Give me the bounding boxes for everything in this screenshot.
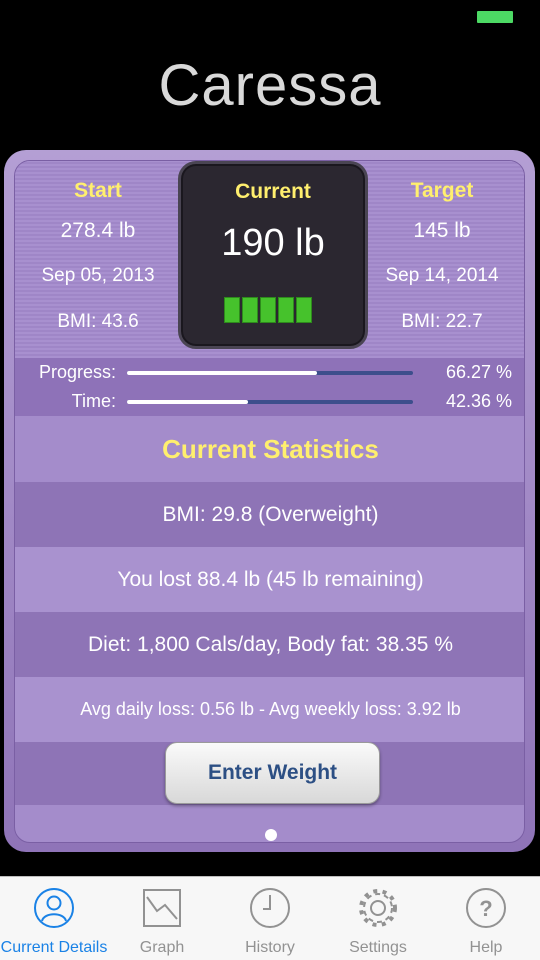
time-bar-fill xyxy=(127,400,249,404)
enter-weight-button[interactable]: Enter Weight xyxy=(165,742,380,804)
svg-text:?: ? xyxy=(479,896,492,921)
level-bar xyxy=(278,297,294,323)
start-bmi: BMI: 43.6 xyxy=(57,311,139,332)
help-icon: ? xyxy=(466,888,506,928)
summary-panel: Start 278.4 lb Sep 05, 2013 BMI: 43.6 Cu… xyxy=(14,160,525,843)
tab-graph[interactable]: Graph xyxy=(108,877,216,960)
level-bar xyxy=(242,297,258,323)
tab-bar: Current Details Graph History Settings ?… xyxy=(0,876,540,960)
time-percent: 42.36 % xyxy=(445,391,512,411)
progress-percent: 66.27 % xyxy=(445,362,512,382)
progress-row: Progress: 66.27 % xyxy=(15,358,524,387)
level-bar xyxy=(224,297,240,323)
target-date: Sep 14, 2014 xyxy=(385,265,499,286)
tab-history[interactable]: History xyxy=(216,877,324,960)
start-label: Start xyxy=(74,179,122,202)
time-label: Time: xyxy=(71,391,116,411)
time-row: Time: 42.36 % xyxy=(15,387,524,416)
current-weight-box: Current 190 lb xyxy=(178,161,368,349)
current-label: Current xyxy=(235,180,311,203)
tab-label: Graph xyxy=(139,939,185,956)
stat-bmi: BMI: 29.8 (Overweight) xyxy=(15,482,524,547)
tab-help[interactable]: ? Help xyxy=(432,877,540,960)
stat-avg-loss: Avg daily loss: 0.56 lb - Avg weekly los… xyxy=(15,677,524,742)
start-date: Sep 05, 2013 xyxy=(41,265,155,286)
tab-label: Settings xyxy=(349,939,407,956)
progress-label: Progress: xyxy=(38,362,116,382)
target-weight: 145 lb xyxy=(413,219,471,242)
weight-overview: Start 278.4 lb Sep 05, 2013 BMI: 43.6 Cu… xyxy=(15,161,524,358)
stat-lost: You lost 88.4 lb (45 lb remaining) xyxy=(15,547,524,612)
start-weight: 278.4 lb xyxy=(60,219,136,242)
battery-icon xyxy=(477,11,513,23)
tab-settings[interactable]: Settings xyxy=(324,877,432,960)
tab-label: History xyxy=(245,939,295,956)
level-bar xyxy=(260,297,276,323)
app-title: Caressa xyxy=(158,53,382,118)
graph-icon xyxy=(143,889,181,927)
current-weight: 190 lb xyxy=(221,222,325,264)
level-bar xyxy=(296,297,312,323)
progress-section: Progress: 66.27 % Time: 42.36 % xyxy=(15,358,524,416)
clock-icon xyxy=(250,888,290,928)
progress-bar xyxy=(127,371,413,375)
tab-current-details[interactable]: Current Details xyxy=(0,877,108,960)
page-indicator[interactable] xyxy=(265,829,277,841)
stat-diet: Diet: 1,800 Cals/day, Body fat: 38.35 % xyxy=(15,612,524,677)
target-bmi: BMI: 22.7 xyxy=(401,311,483,332)
stats-title: Current Statistics xyxy=(15,416,524,482)
tab-label: Help xyxy=(469,939,503,956)
progress-bar-fill xyxy=(127,371,317,375)
person-icon xyxy=(34,888,74,928)
tab-label: Current Details xyxy=(0,939,108,956)
enter-weight-row: Enter Weight xyxy=(15,742,524,805)
gear-icon xyxy=(359,889,397,927)
target-label: Target xyxy=(410,179,474,202)
time-bar xyxy=(127,400,413,404)
current-level-bars xyxy=(224,297,312,323)
